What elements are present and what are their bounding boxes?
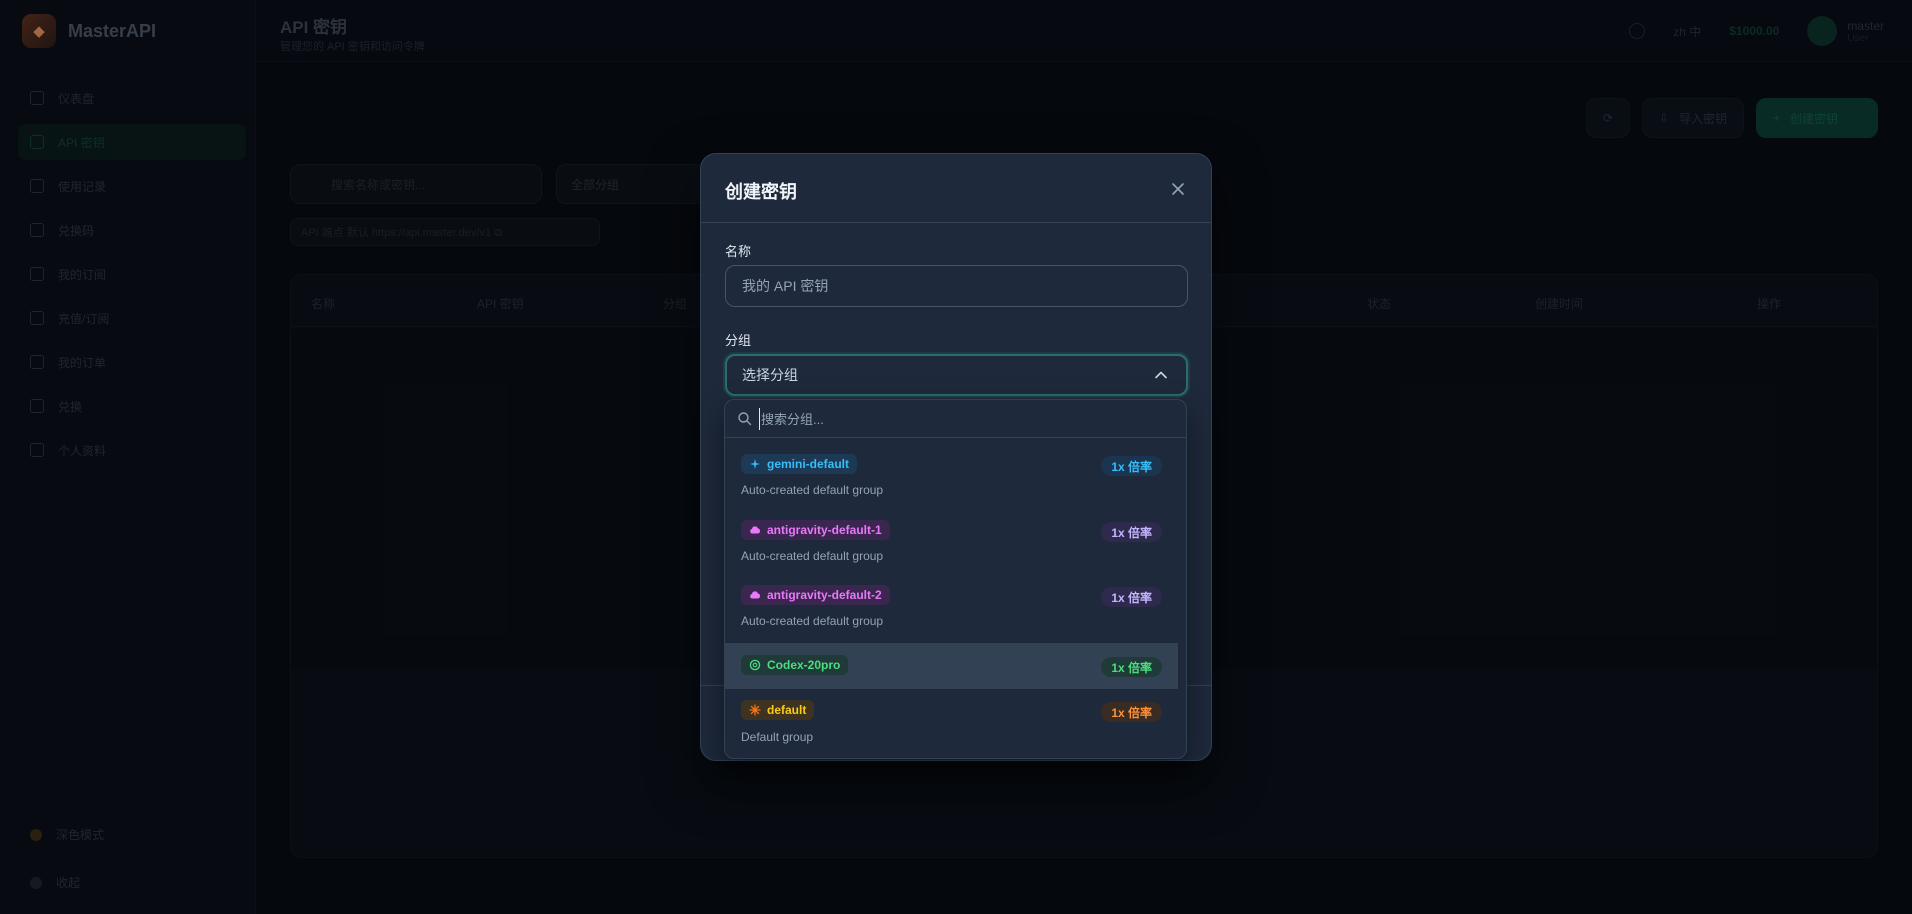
group-tag: antigravity-default-1 <box>741 520 890 540</box>
group-search-input[interactable] <box>759 408 1159 430</box>
group-name: antigravity-default-2 <box>767 588 882 602</box>
group-description: Auto-created default group <box>741 614 884 628</box>
rate-badge: 1x 倍率 <box>1101 587 1162 607</box>
group-select[interactable]: 选择分组 <box>725 354 1188 396</box>
rate-badge: 1x 倍率 <box>1101 522 1162 542</box>
chevron-up-icon <box>1155 371 1167 379</box>
search-icon <box>738 412 752 426</box>
rate-badge: 1x 倍率 <box>1101 702 1162 722</box>
cloud-icon <box>750 526 761 534</box>
group-tag: antigravity-default-2 <box>741 585 890 605</box>
group-option-codex-20pro[interactable]: Codex-20pro 1x 倍率 <box>725 643 1178 689</box>
modal-title: 创建密钥 <box>725 182 797 202</box>
group-tag: gemini-default <box>741 454 858 474</box>
group-option-antigravity-default-1[interactable]: antigravity-default-1 1x 倍率 Auto-created… <box>725 505 1178 570</box>
close-icon[interactable] <box>1169 180 1187 198</box>
group-label: 分组 <box>725 333 752 348</box>
name-input[interactable] <box>725 265 1188 307</box>
group-dropdown: gemini-default 1x 倍率 Auto-created defaul… <box>724 399 1187 759</box>
sparkle-icon <box>750 459 760 469</box>
group-search <box>725 400 1186 438</box>
group-name: antigravity-default-1 <box>767 523 882 537</box>
modal-header: 创建密钥 <box>701 154 1211 223</box>
name-label: 名称 <box>725 244 752 259</box>
group-description: Auto-created default group <box>741 549 884 563</box>
sun-icon <box>749 704 761 716</box>
group-option-antigravity-default-2[interactable]: antigravity-default-2 1x 倍率 Auto-created… <box>725 570 1178 636</box>
group-tag: default <box>741 700 815 720</box>
group-tag: Codex-20pro <box>741 655 849 675</box>
group-option-default[interactable]: default 1x 倍率 Default group <box>725 689 1178 755</box>
group-name: Codex-20pro <box>767 658 841 672</box>
group-description: Auto-created default group <box>741 483 884 497</box>
openai-icon <box>749 659 761 671</box>
group-name: default <box>767 703 807 717</box>
group-option-gemini-default[interactable]: gemini-default 1x 倍率 Auto-created defaul… <box>725 439 1178 505</box>
dropdown-scrollbar[interactable] <box>1178 438 1186 758</box>
rate-badge: 1x 倍率 <box>1101 657 1162 677</box>
group-name: gemini-default <box>767 457 850 471</box>
group-select-value: 选择分组 <box>742 367 798 383</box>
group-description: Default group <box>741 730 814 744</box>
cloud-icon <box>750 591 761 599</box>
rate-badge: 1x 倍率 <box>1101 456 1162 476</box>
